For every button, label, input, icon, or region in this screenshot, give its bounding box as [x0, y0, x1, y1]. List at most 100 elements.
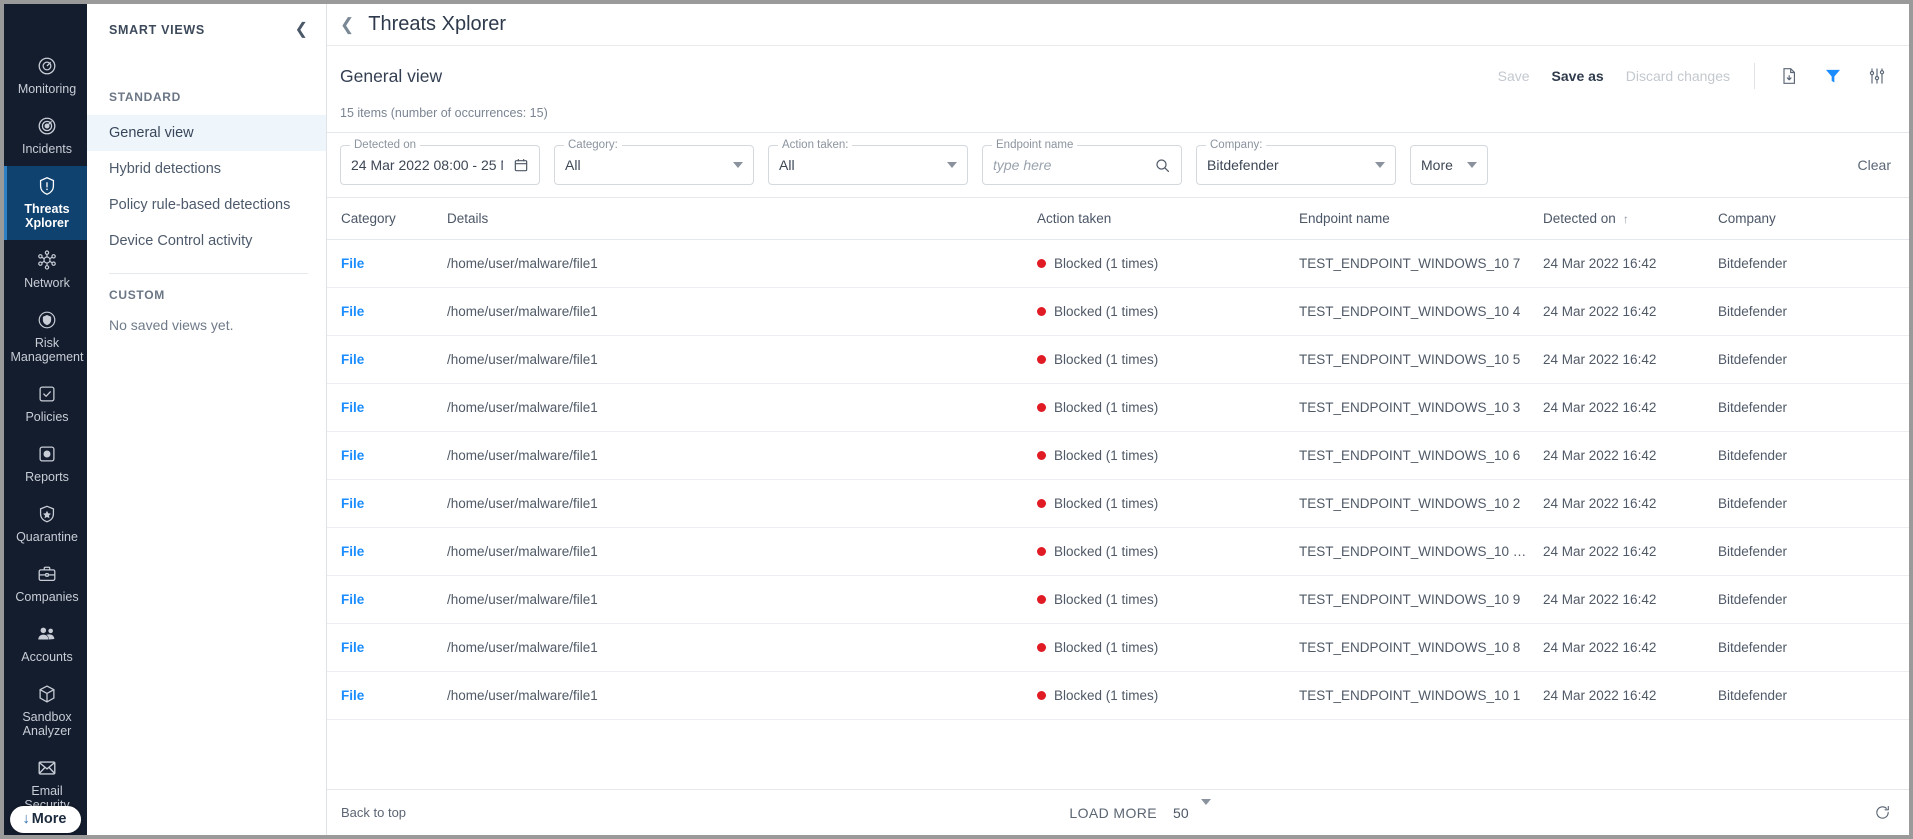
sidebar-item-policies[interactable]: Policies — [4, 374, 87, 434]
category-link[interactable]: File — [341, 400, 364, 415]
chevron-down-icon[interactable] — [1457, 162, 1477, 168]
category-link[interactable]: File — [341, 304, 364, 319]
cell-endpoint-name: TEST_ENDPOINT_WINDOWS_10 4 — [1299, 288, 1543, 336]
column-header-detected-on[interactable]: Detected on↑ — [1543, 198, 1718, 240]
category-filter[interactable]: Category: All — [554, 145, 754, 185]
table-row[interactable]: File /home/user/malware/file1 Blocked (1… — [327, 432, 1909, 480]
table-row[interactable]: File /home/user/malware/file1 Blocked (1… — [327, 336, 1909, 384]
column-header-action-taken[interactable]: Action taken — [1037, 198, 1299, 240]
save-as-button[interactable]: Save as — [1552, 68, 1604, 84]
sidebar-item-companies[interactable]: Companies — [4, 554, 87, 614]
company-filter[interactable]: Company: Bitdefender — [1196, 145, 1396, 185]
cell-detected-on: 24 Mar 2022 16:42 — [1543, 288, 1718, 336]
footer-pagination: LOAD MORE 50 — [1069, 805, 1210, 821]
sidebar-item-sandbox-analyzer[interactable]: Sandbox Analyzer — [4, 674, 87, 748]
chevron-left-icon[interactable]: ❮ — [295, 22, 308, 38]
more-filters-button[interactable]: More — [1410, 145, 1488, 185]
cell-action-taken: Blocked (1 times) — [1037, 624, 1299, 672]
column-header-endpoint-name[interactable]: Endpoint name — [1299, 198, 1543, 240]
category-link[interactable]: File — [341, 592, 364, 607]
page-size-select[interactable]: 50 — [1173, 805, 1211, 821]
cell-details: /home/user/malware/file1 — [447, 528, 1037, 576]
column-header-category[interactable]: Category — [327, 198, 447, 240]
cell-action-taken: Blocked (1 times) — [1037, 480, 1299, 528]
table-row[interactable]: File /home/user/malware/file1 Blocked (1… — [327, 384, 1909, 432]
endpoint-name-filter[interactable]: Endpoint name type here — [982, 145, 1182, 185]
smart-views-custom-empty: No saved views yet. — [87, 313, 326, 337]
table-row[interactable]: File /home/user/malware/file1 Blocked (1… — [327, 624, 1909, 672]
category-link[interactable]: File — [341, 256, 364, 271]
sidebar-item-label: Reports — [25, 470, 69, 484]
chevron-left-icon[interactable]: ❮ — [340, 16, 354, 33]
sidebar-more-button[interactable]: ↓More — [10, 806, 82, 833]
action-taken-filter[interactable]: Action taken: All — [768, 145, 968, 185]
export-file-icon[interactable] — [1779, 66, 1799, 86]
sidebar-item-label: Risk Management — [9, 336, 85, 364]
discard-changes-button[interactable]: Discard changes — [1626, 68, 1730, 84]
sidebar-item-network[interactable]: Network — [4, 240, 87, 300]
smart-view-item-device-control-activity[interactable]: Device Control activity — [87, 223, 326, 259]
chevron-down-icon[interactable] — [937, 162, 957, 168]
status-dot-icon — [1037, 595, 1046, 604]
incidents-icon — [36, 115, 58, 137]
action-taken-value: All — [779, 157, 795, 173]
table-row[interactable]: File /home/user/malware/file1 Blocked (1… — [327, 576, 1909, 624]
cell-endpoint-name: TEST_ENDPOINT_WINDOWS_10 9 — [1299, 576, 1543, 624]
category-link[interactable]: File — [341, 448, 364, 463]
cell-company: Bitdefender — [1718, 576, 1909, 624]
calendar-icon[interactable] — [503, 157, 529, 173]
smart-view-item-policy-rule-based-detections[interactable]: Policy rule-based detections — [87, 187, 326, 223]
column-label: Endpoint name — [1299, 211, 1390, 226]
detected-on-filter[interactable]: Detected on 24 Mar 2022 08:00 - 25 Mar 2… — [340, 145, 540, 185]
funnel-icon[interactable] — [1823, 66, 1843, 86]
status-dot-icon — [1037, 403, 1046, 412]
cell-endpoint-name: TEST_ENDPOINT_WINDOWS_10 6 — [1299, 432, 1543, 480]
page-size-value: 50 — [1173, 805, 1189, 821]
view-title: General view — [340, 66, 1476, 87]
search-icon[interactable] — [1144, 157, 1171, 174]
load-more-button[interactable]: LOAD MORE — [1069, 805, 1157, 821]
cell-category: File — [327, 384, 447, 432]
column-header-details[interactable]: Details — [447, 198, 1037, 240]
category-link[interactable]: File — [341, 688, 364, 703]
cell-category: File — [327, 528, 447, 576]
sidebar-item-quarantine[interactable]: Quarantine — [4, 494, 87, 554]
category-link[interactable]: File — [341, 640, 364, 655]
chevron-down-icon[interactable] — [723, 162, 743, 168]
sidebar-item-threats-xplorer[interactable]: Threats Xplorer — [4, 166, 87, 240]
table-row[interactable]: File /home/user/malware/file1 Blocked (1… — [327, 288, 1909, 336]
cell-details: /home/user/malware/file1 — [447, 624, 1037, 672]
endpoint-name-input[interactable]: type here — [993, 157, 1051, 173]
category-link[interactable]: File — [341, 544, 364, 559]
cell-category: File — [327, 576, 447, 624]
cell-company: Bitdefender — [1718, 384, 1909, 432]
sidebar-item-risk-management[interactable]: Risk Management — [4, 300, 87, 374]
table-row[interactable]: File /home/user/malware/file1 Blocked (1… — [327, 480, 1909, 528]
category-link[interactable]: File — [341, 496, 364, 511]
table-row[interactable]: File /home/user/malware/file1 Blocked (1… — [327, 528, 1909, 576]
smart-views-panel: SMART VIEWS ❮ STANDARD General view Hybr… — [87, 4, 327, 835]
sidebar-item-monitoring[interactable]: Monitoring — [4, 46, 87, 106]
chevron-down-icon[interactable] — [1201, 805, 1211, 820]
smart-view-item-general-view[interactable]: General view — [87, 115, 326, 151]
cell-details: /home/user/malware/file1 — [447, 672, 1037, 720]
action-taken-text: Blocked (1 times) — [1054, 688, 1158, 703]
category-link[interactable]: File — [341, 352, 364, 367]
column-header-company[interactable]: Company — [1718, 198, 1909, 240]
chevron-down-icon[interactable] — [1365, 162, 1385, 168]
back-to-top-button[interactable]: Back to top — [341, 805, 406, 820]
sliders-icon[interactable] — [1867, 66, 1887, 86]
smart-view-item-hybrid-detections[interactable]: Hybrid detections — [87, 151, 326, 187]
threats-table: Category Details Action taken Endpoint n… — [327, 198, 1909, 720]
table-row[interactable]: File /home/user/malware/file1 Blocked (1… — [327, 240, 1909, 288]
sidebar-item-reports[interactable]: Reports — [4, 434, 87, 494]
cell-category: File — [327, 480, 447, 528]
sidebar-item-accounts[interactable]: Accounts — [4, 614, 87, 674]
refresh-button[interactable] — [1874, 804, 1891, 821]
sidebar-item-label: Quarantine — [16, 530, 78, 544]
save-button[interactable]: Save — [1498, 68, 1530, 84]
clear-filters-button[interactable]: Clear — [1858, 157, 1891, 173]
sidebar-item-incidents[interactable]: Incidents — [4, 106, 87, 166]
table-row[interactable]: File /home/user/malware/file1 Blocked (1… — [327, 672, 1909, 720]
sidebar-more-label: More — [32, 811, 67, 827]
